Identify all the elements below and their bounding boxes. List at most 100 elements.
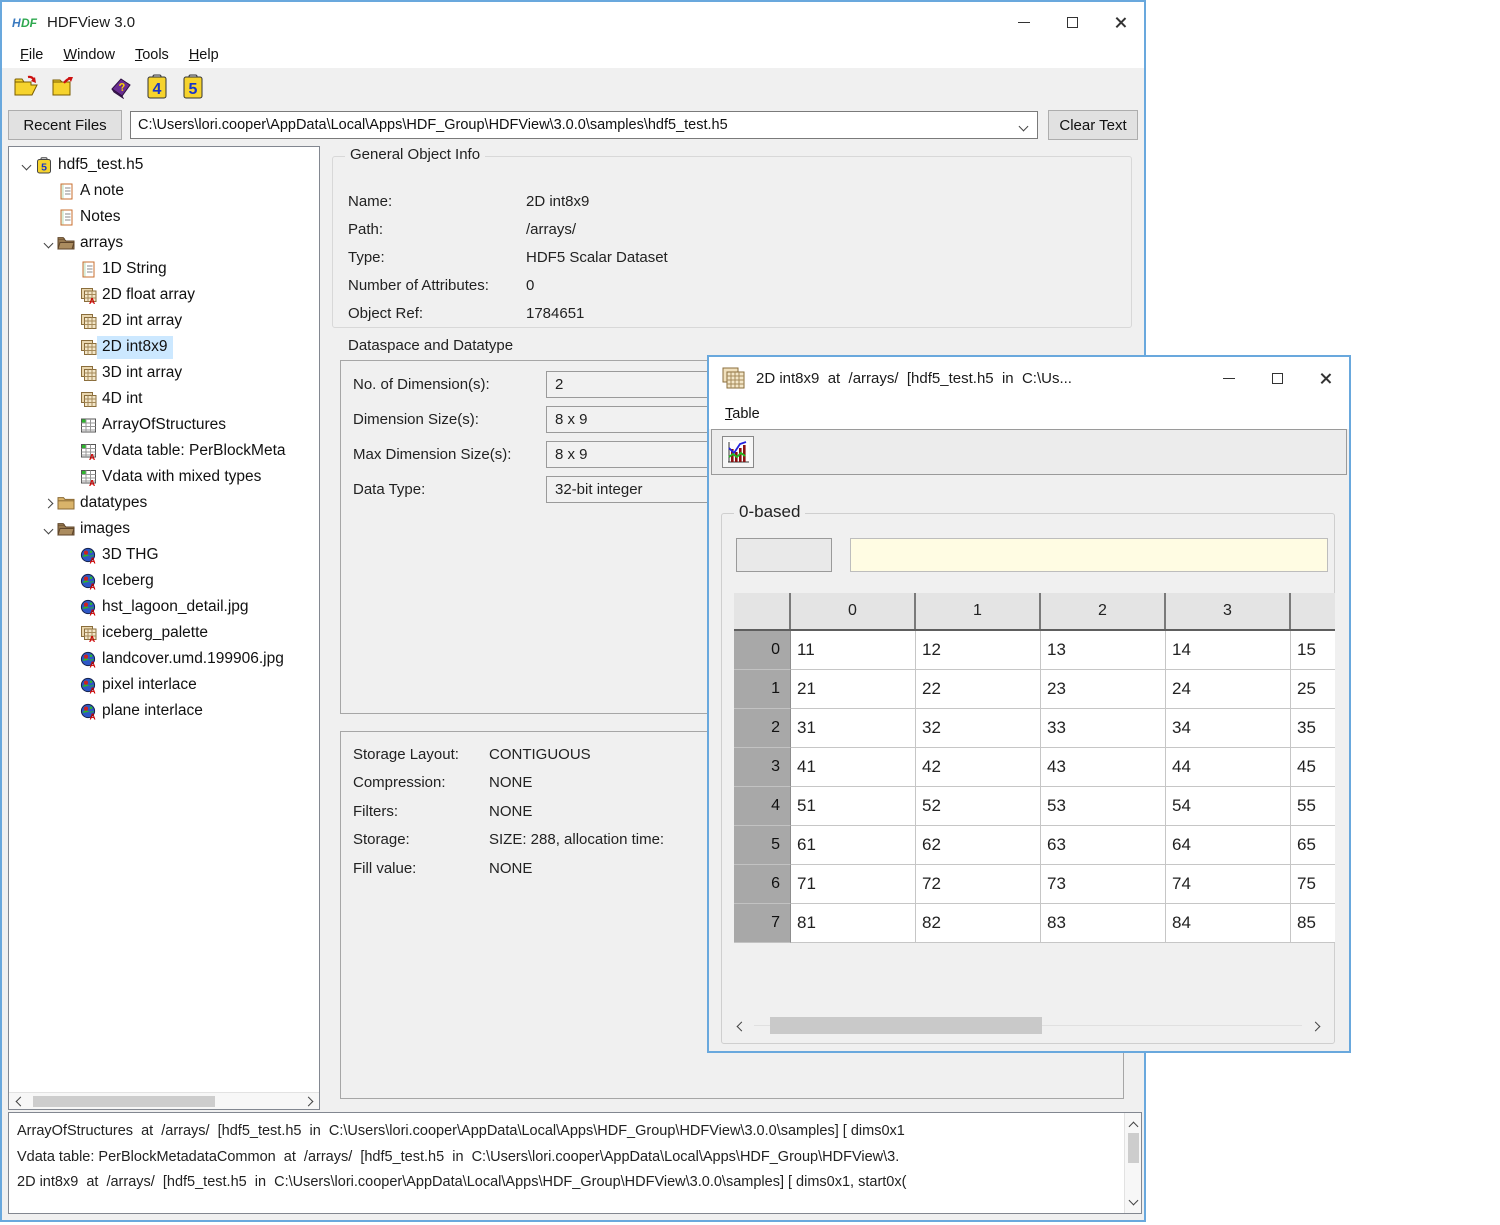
menu-file[interactable]: File — [10, 45, 53, 65]
tree-item-3d-int-array[interactable]: 3D int array — [9, 360, 319, 386]
table-scrollbar-thumb[interactable] — [770, 1017, 1042, 1034]
log-scrollbar-thumb[interactable] — [1128, 1133, 1139, 1163]
tree-item-arrayofstructures[interactable]: ArrayOfStructures — [9, 412, 319, 438]
row-header-5[interactable]: 5 — [734, 826, 791, 865]
row-header-4[interactable]: 4 — [734, 787, 791, 826]
menu-tools[interactable]: Tools — [125, 45, 179, 65]
table-cell[interactable]: 42 — [916, 748, 1041, 787]
tree-item-iceberg[interactable]: AIceberg — [9, 568, 319, 594]
tree-item-vdata-with-mixed-types[interactable]: AVdata with mixed types — [9, 464, 319, 490]
tree-item-pixel-interlace[interactable]: Apixel interlace — [9, 672, 319, 698]
table-cell[interactable]: 55 — [1291, 787, 1335, 826]
file-path-combobox[interactable]: C:\Users\lori.cooper\AppData\Local\Apps\… — [130, 111, 1038, 139]
tree-item-1d-string[interactable]: 1D String — [9, 256, 319, 282]
tree-item-plane-interlace[interactable]: Aplane interlace — [9, 698, 319, 724]
open-file-icon[interactable] — [10, 72, 44, 102]
column-header-clipped[interactable] — [1291, 593, 1335, 629]
table-cell[interactable]: 11 — [791, 631, 916, 670]
clear-text-button[interactable]: Clear Text — [1048, 110, 1138, 140]
table-cell[interactable]: 12 — [916, 631, 1041, 670]
table-cell[interactable]: 63 — [1041, 826, 1166, 865]
table-cell[interactable]: 84 — [1166, 904, 1291, 943]
table-cell[interactable]: 61 — [791, 826, 916, 865]
table-cell[interactable]: 45 — [1291, 748, 1335, 787]
table-cell[interactable]: 14 — [1166, 631, 1291, 670]
table-cell[interactable]: 21 — [791, 670, 916, 709]
tree-item-2d-float-array[interactable]: A2D float array — [9, 282, 319, 308]
table-cell[interactable]: 72 — [916, 865, 1041, 904]
tree-item-notes[interactable]: Notes — [9, 204, 319, 230]
row-header-0[interactable]: 0 — [734, 631, 791, 670]
log-vertical-scrollbar[interactable] — [1124, 1113, 1141, 1213]
chevron-down-icon[interactable] — [39, 240, 57, 247]
tree-item-4d-int[interactable]: 4D int — [9, 386, 319, 412]
tree-item-vdata-table-perblockmeta[interactable]: AVdata table: PerBlockMeta — [9, 438, 319, 464]
help-book-icon[interactable]: ? — [104, 72, 138, 102]
table-cell[interactable]: 81 — [791, 904, 916, 943]
scroll-left-icon[interactable] — [11, 1098, 29, 1105]
chevron-down-icon[interactable] — [17, 162, 35, 169]
scroll-right-icon[interactable] — [1306, 1023, 1324, 1030]
table-cell[interactable]: 25 — [1291, 670, 1335, 709]
scroll-down-icon[interactable] — [1130, 1191, 1137, 1209]
hdf5-icon[interactable]: 5 — [176, 72, 210, 102]
table-cell[interactable]: 32 — [916, 709, 1041, 748]
minimize-button[interactable] — [1000, 2, 1048, 42]
scroll-left-icon[interactable] — [732, 1023, 750, 1030]
table-cell[interactable]: 65 — [1291, 826, 1335, 865]
table-cell[interactable]: 43 — [1041, 748, 1166, 787]
table-cell[interactable]: 24 — [1166, 670, 1291, 709]
tree-item-iceberg-palette[interactable]: Aiceberg_palette — [9, 620, 319, 646]
table-horizontal-scrollbar[interactable] — [730, 1011, 1326, 1041]
table-cell[interactable]: 83 — [1041, 904, 1166, 943]
table-cell[interactable]: 22 — [916, 670, 1041, 709]
table-close-button[interactable] — [1301, 357, 1349, 399]
scroll-right-icon[interactable] — [299, 1098, 317, 1105]
table-cell[interactable]: 62 — [916, 826, 1041, 865]
table-cell[interactable]: 54 — [1166, 787, 1291, 826]
maximize-button[interactable] — [1048, 2, 1096, 42]
hdf4-icon[interactable]: 4 — [140, 72, 174, 102]
open-chart-button[interactable] — [722, 436, 754, 468]
menu-table[interactable]: Table — [715, 404, 770, 424]
tree-horizontal-scrollbar[interactable] — [9, 1092, 319, 1109]
tree-item-a-note[interactable]: A note — [9, 178, 319, 204]
column-header-3[interactable]: 3 — [1166, 593, 1291, 629]
table-cell[interactable]: 34 — [1166, 709, 1291, 748]
recent-files-button[interactable]: Recent Files — [8, 110, 122, 140]
column-header-2[interactable]: 2 — [1041, 593, 1166, 629]
tree-item-3d-thg[interactable]: A3D THG — [9, 542, 319, 568]
table-cell[interactable]: 73 — [1041, 865, 1166, 904]
chevron-right-icon[interactable] — [39, 500, 57, 507]
table-cell[interactable]: 41 — [791, 748, 916, 787]
cell-value-input[interactable] — [850, 538, 1328, 572]
chevron-down-icon[interactable] — [1019, 122, 1029, 132]
grid-corner-cell[interactable] — [734, 593, 791, 629]
tree-item-landcover-umd-199906-jpg[interactable]: Alandcover.umd.199906.jpg — [9, 646, 319, 672]
table-cell[interactable]: 35 — [1291, 709, 1335, 748]
row-header-3[interactable]: 3 — [734, 748, 791, 787]
cell-reference-input[interactable] — [736, 538, 832, 572]
column-header-1[interactable]: 1 — [916, 593, 1041, 629]
tree-item-2d-int8x9[interactable]: 2D int8x9 — [9, 334, 319, 360]
table-cell[interactable]: 51 — [791, 787, 916, 826]
chevron-down-icon[interactable] — [39, 526, 57, 533]
table-cell[interactable]: 82 — [916, 904, 1041, 943]
table-maximize-button[interactable] — [1253, 357, 1301, 399]
menu-help[interactable]: Help — [179, 45, 229, 65]
table-cell[interactable]: 64 — [1166, 826, 1291, 865]
table-cell[interactable]: 52 — [916, 787, 1041, 826]
menu-window[interactable]: Window — [53, 45, 125, 65]
table-cell[interactable]: 31 — [791, 709, 916, 748]
row-header-6[interactable]: 6 — [734, 865, 791, 904]
table-cell[interactable]: 33 — [1041, 709, 1166, 748]
column-header-0[interactable]: 0 — [791, 593, 916, 629]
table-cell[interactable]: 23 — [1041, 670, 1166, 709]
table-cell[interactable]: 44 — [1166, 748, 1291, 787]
table-cell[interactable]: 13 — [1041, 631, 1166, 670]
table-minimize-button[interactable] — [1205, 357, 1253, 399]
table-cell[interactable]: 53 — [1041, 787, 1166, 826]
tree-item-2d-int-array[interactable]: 2D int array — [9, 308, 319, 334]
row-header-2[interactable]: 2 — [734, 709, 791, 748]
row-header-7[interactable]: 7 — [734, 904, 791, 943]
